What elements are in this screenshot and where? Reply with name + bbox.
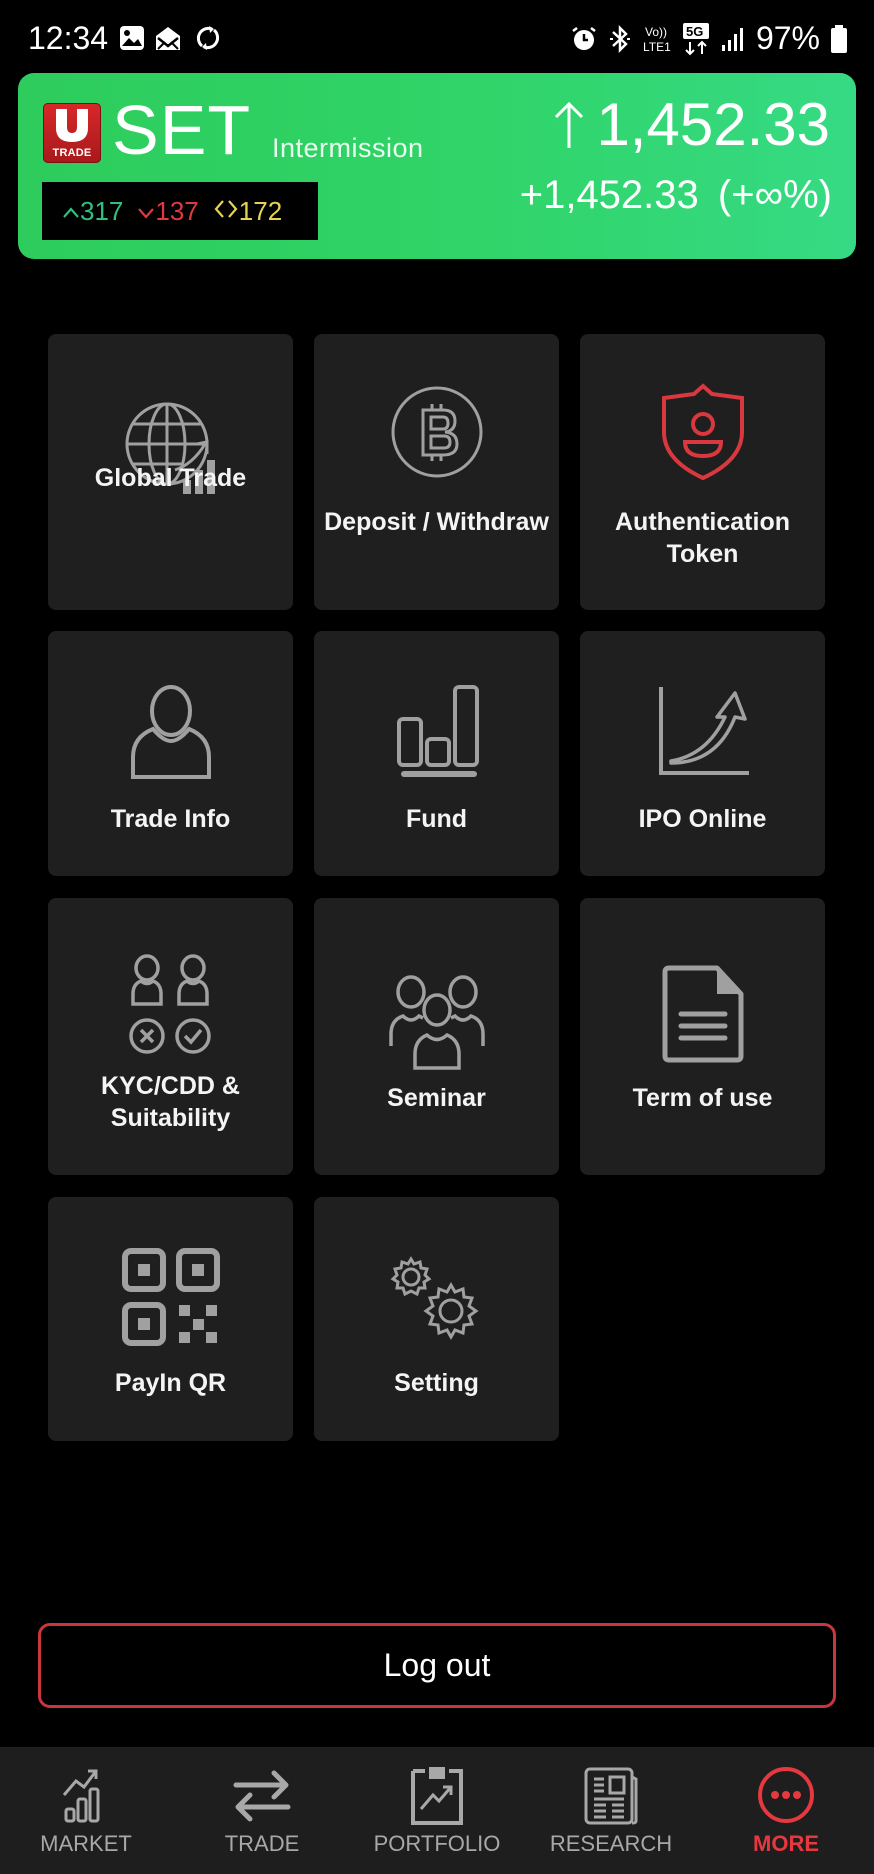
- battery-percent: 97%: [755, 20, 820, 56]
- change-value: +1,452.33: [519, 173, 699, 217]
- bitcoin-coin-icon: [391, 386, 482, 478]
- tile-fund[interactable]: Fund: [314, 631, 559, 876]
- alarm-icon: [572, 26, 596, 50]
- up-caret-icon: [63, 206, 79, 218]
- mail-icon: [156, 27, 180, 50]
- tile-payin-qr[interactable]: PayIn QR: [48, 1197, 293, 1441]
- u-letter-icon: [56, 109, 88, 142]
- index-price: 1,452.33: [552, 95, 830, 155]
- sync-icon: [196, 26, 220, 50]
- status-right: Vo)) LTE1 5G 97%: [570, 20, 848, 57]
- nav-trade[interactable]: TRADE: [182, 1747, 342, 1874]
- tile-label: IPO Online: [638, 805, 767, 833]
- market-chart-icon: [62, 1769, 100, 1823]
- tile-term-of-use[interactable]: Term of use: [580, 898, 825, 1175]
- status-time: 12:34: [28, 20, 109, 56]
- tile-label: KYC/CDD & Suitability: [101, 1072, 240, 1132]
- svg-text:Vo)): Vo)): [645, 25, 667, 39]
- advances-count: 317: [62, 196, 123, 227]
- nav-label: MORE: [753, 1831, 819, 1856]
- tile-label: Fund: [405, 805, 468, 833]
- tile-deposit-withdraw[interactable]: Deposit / Withdraw: [314, 334, 559, 610]
- tile-kyc-cdd-suitability[interactable]: KYC/CDD & Suitability: [48, 898, 293, 1175]
- index-name: SET: [112, 91, 252, 169]
- price-value: 1,452.33: [596, 91, 830, 158]
- nav-more[interactable]: MORE: [706, 1747, 866, 1874]
- logo-text: TRADE: [52, 147, 92, 159]
- user-icon: [130, 685, 211, 779]
- bluetooth-icon: [609, 24, 630, 53]
- bottom-nav: MARKET TRADE PORTFOLIO RESEARCH MORE: [0, 1747, 874, 1874]
- breadth-counts: 317 137 172: [42, 182, 318, 240]
- nav-label: MARKET: [40, 1831, 132, 1856]
- declines-count: 137: [137, 196, 199, 227]
- nav-market[interactable]: MARKET: [6, 1747, 166, 1874]
- tile-label: Authentication Token: [615, 508, 790, 568]
- change-percent: (+∞%): [717, 173, 832, 217]
- battery-icon: [831, 24, 847, 53]
- kyc-users-icon: [128, 954, 211, 1054]
- unchanged-caret-icon: [214, 199, 238, 218]
- tile-ipo-online[interactable]: IPO Online: [580, 631, 825, 876]
- tile-label: Seminar: [387, 1084, 486, 1112]
- newspaper-icon: [584, 1767, 638, 1825]
- tile-label: Term of use: [632, 1084, 773, 1112]
- gears-icon: [390, 1256, 479, 1341]
- nav-research[interactable]: RESEARCH: [531, 1747, 691, 1874]
- growth-arrow-icon: [658, 687, 749, 775]
- tile-setting[interactable]: Setting: [314, 1197, 559, 1441]
- down-caret-icon: [138, 207, 155, 219]
- index-change: +1,452.33 (+∞%): [520, 173, 832, 218]
- unchanged-count: 172: [213, 196, 282, 227]
- portfolio-icon: [411, 1767, 463, 1825]
- qr-code-icon: [121, 1248, 220, 1346]
- svg-text:5G: 5G: [686, 24, 703, 39]
- tile-seminar[interactable]: Seminar: [314, 898, 559, 1175]
- utrade-logo: TRADE: [43, 103, 101, 163]
- 5g-icon: 5G: [682, 22, 709, 55]
- gallery-icon: [120, 26, 144, 50]
- tile-label: Deposit / Withdraw: [324, 508, 549, 536]
- status-bar: 12:34 Vo)) LTE1 5G 97%: [0, 0, 874, 72]
- market-session: Intermission: [272, 133, 424, 163]
- tile-global-trade[interactable]: Global Trade: [48, 334, 293, 610]
- bar-chart-icon: [396, 685, 479, 777]
- nav-label: RESEARCH: [549, 1831, 673, 1856]
- nav-label: TRADE: [224, 1831, 300, 1856]
- more-dots-icon: [758, 1767, 814, 1823]
- svg-text:LTE1: LTE1: [643, 40, 671, 54]
- market-index-card[interactable]: TRADE SET Intermission 317 137 172 1,452…: [18, 73, 856, 259]
- volte-icon: Vo)) LTE1: [643, 25, 671, 54]
- swap-arrows-icon: [233, 1770, 291, 1822]
- up-arrow-icon: [555, 101, 584, 148]
- logout-button[interactable]: Log out: [38, 1623, 836, 1708]
- tile-authentication-token[interactable]: Authentication Token: [580, 334, 825, 610]
- shield-user-icon: [661, 383, 744, 481]
- tile-label: Setting: [394, 1369, 479, 1397]
- tile-label: Trade Info: [110, 805, 231, 833]
- tile-label: Global Trade: [94, 464, 247, 492]
- signal-icon: [721, 27, 743, 51]
- tile-label: PayIn QR: [114, 1369, 227, 1397]
- nav-label: PORTFOLIO: [373, 1831, 501, 1856]
- document-icon: [662, 965, 743, 1063]
- tile-trade-info[interactable]: Trade Info: [48, 631, 293, 876]
- nav-portfolio[interactable]: PORTFOLIO: [357, 1747, 517, 1874]
- group-icon: [388, 975, 485, 1070]
